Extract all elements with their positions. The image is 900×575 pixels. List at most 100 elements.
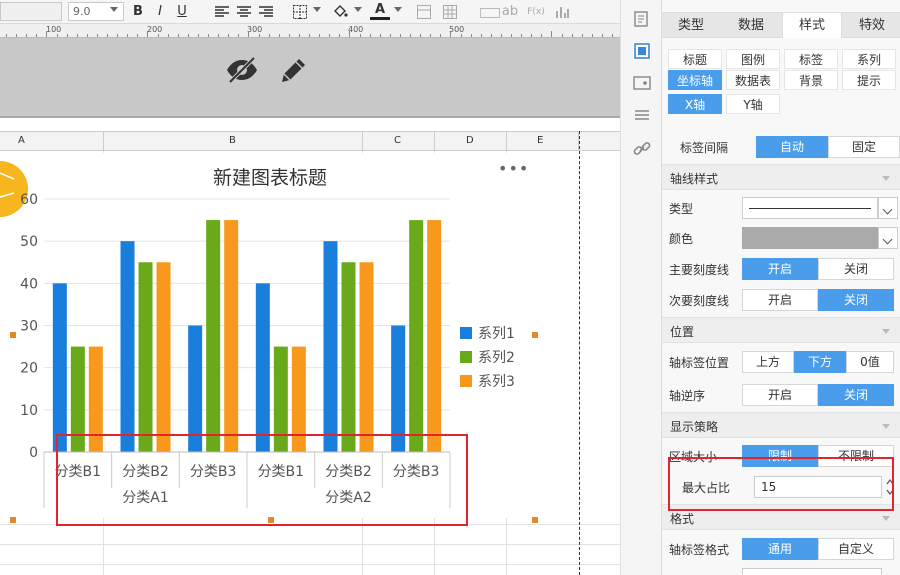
line-type-select[interactable] (742, 197, 878, 219)
column-header[interactable]: A (18, 135, 25, 146)
bar-系列1[interactable] (120, 241, 135, 452)
chevron-down-icon[interactable] (878, 197, 898, 219)
solid-line-preview (749, 208, 871, 209)
label-position-top-button[interactable]: 上方 (742, 351, 794, 373)
layer-button[interactable] (633, 106, 651, 124)
label-format-general-button[interactable]: 通用 (742, 538, 818, 560)
section-title: 轴线样式 (670, 172, 719, 186)
tab-data[interactable]: 数据 (722, 13, 780, 38)
bar-系列1[interactable] (52, 283, 67, 452)
subtab-tooltip[interactable]: 提示 (842, 70, 896, 90)
axis-reverse-off-button[interactable]: 关闭 (818, 384, 894, 406)
label-interval-row: 标签间隔 自动 固定 (666, 133, 900, 161)
position-section[interactable]: 位置 (662, 317, 900, 343)
label-interval-auto-button[interactable]: 自动 (756, 136, 828, 158)
bar-系列3[interactable] (156, 262, 171, 452)
label-interval-fixed-button[interactable]: 固定 (828, 136, 900, 158)
font-name-select[interactable] (0, 2, 62, 21)
major-tick-on-button[interactable]: 开启 (742, 258, 818, 280)
subtab-legend[interactable]: 图例 (726, 49, 780, 69)
strikethrough-button[interactable]: ab (500, 2, 520, 22)
format-select[interactable] (742, 568, 882, 575)
bar-系列2[interactable] (206, 220, 221, 452)
section-title: 位置 (670, 325, 695, 339)
label-interval-label: 标签间隔 (680, 141, 729, 155)
resize-handle[interactable] (532, 332, 538, 338)
label-format-custom-button[interactable]: 自定义 (818, 538, 894, 560)
subtab-axis[interactable]: 坐标轴 (668, 70, 722, 90)
legend-swatch[interactable] (460, 351, 472, 363)
label-position-label: 轴标签位置 (669, 356, 730, 370)
widget-property-button[interactable] (633, 42, 651, 60)
form-property-button[interactable] (633, 74, 651, 92)
pencil-icon (282, 59, 305, 82)
textbox-button[interactable] (480, 8, 500, 18)
collapse-icon (882, 516, 890, 521)
bar-系列3[interactable] (359, 262, 374, 452)
label-position-bottom-button[interactable]: 下方 (794, 351, 846, 373)
edit-button[interactable] (276, 54, 310, 88)
tab-effects[interactable]: 特效 (844, 13, 900, 38)
label-position-zero-button[interactable]: 0值 (846, 351, 894, 373)
column-header[interactable]: E (537, 135, 543, 146)
column-header[interactable]: D (466, 135, 474, 146)
resize-handle[interactable] (10, 332, 16, 338)
subtab-x-axis[interactable]: X轴 (668, 94, 722, 114)
collapse-icon (882, 329, 890, 334)
italic-button[interactable]: I (150, 2, 170, 22)
bold-button[interactable]: B (128, 2, 148, 22)
hyperlink-button[interactable] (633, 140, 651, 158)
bar-系列1[interactable] (255, 283, 270, 452)
border-button[interactable] (290, 2, 310, 22)
tab-type[interactable]: 类型 (662, 13, 720, 38)
bar-系列3[interactable] (224, 220, 239, 452)
major-tick-off-button[interactable]: 关闭 (818, 258, 894, 280)
subtab-datasheet[interactable]: 数据表 (726, 70, 780, 90)
y-tick-label: 60 (20, 192, 38, 208)
bar-系列2[interactable] (138, 262, 153, 452)
align-center-button[interactable] (234, 2, 254, 22)
resize-handle[interactable] (532, 517, 538, 523)
chevron-down-icon (394, 7, 402, 12)
chevron-down-icon (110, 7, 118, 12)
minor-tick-off-button[interactable]: 关闭 (818, 289, 894, 311)
axis-reverse-on-button[interactable]: 开启 (742, 384, 818, 406)
bar-系列2[interactable] (341, 262, 356, 452)
hide-button[interactable] (224, 52, 260, 88)
align-left-button[interactable] (212, 2, 232, 22)
display-strategy-section[interactable]: 显示策略 (662, 412, 900, 438)
formula-button[interactable]: F(x) (526, 2, 546, 22)
minor-tick-on-button[interactable]: 开启 (742, 289, 818, 311)
legend-label[interactable]: 系列2 (478, 350, 515, 366)
column-header[interactable]: C (394, 135, 401, 146)
bar-系列2[interactable] (409, 220, 424, 452)
chart-insert-button[interactable] (552, 2, 572, 22)
legend-label[interactable]: 系列3 (478, 374, 515, 390)
legend-swatch[interactable] (460, 327, 472, 339)
cell-property-icon (634, 11, 648, 27)
subtab-label[interactable]: 标签 (784, 49, 838, 69)
line-color-swatch[interactable] (742, 227, 878, 249)
fill-color-button[interactable] (330, 2, 350, 22)
column-header[interactable]: B (229, 135, 236, 146)
legend-label[interactable]: 系列1 (478, 326, 515, 342)
merge-cells-button[interactable] (414, 2, 434, 22)
axis-line-style-section[interactable]: 轴线样式 (662, 164, 900, 190)
subtab-title[interactable]: 标题 (668, 49, 722, 69)
legend-swatch[interactable] (460, 375, 472, 387)
align-right-button[interactable] (256, 2, 276, 22)
resize-handle[interactable] (10, 517, 16, 523)
tab-style[interactable]: 样式 (782, 13, 842, 38)
table-button[interactable] (440, 2, 460, 22)
chevron-down-icon[interactable] (878, 227, 898, 249)
bar-系列1[interactable] (323, 241, 338, 452)
cell-property-button[interactable] (633, 10, 651, 28)
bar-系列3[interactable] (427, 220, 442, 452)
subtab-background[interactable]: 背景 (784, 70, 838, 90)
subtab-series[interactable]: 系列 (842, 49, 896, 69)
widget-overlay-bar (0, 38, 620, 118)
more-options-button[interactable]: ••• (498, 159, 529, 178)
underline-button[interactable]: U (172, 2, 192, 22)
subtab-y-axis[interactable]: Y轴 (726, 94, 780, 114)
font-color-button[interactable]: A (370, 2, 390, 20)
